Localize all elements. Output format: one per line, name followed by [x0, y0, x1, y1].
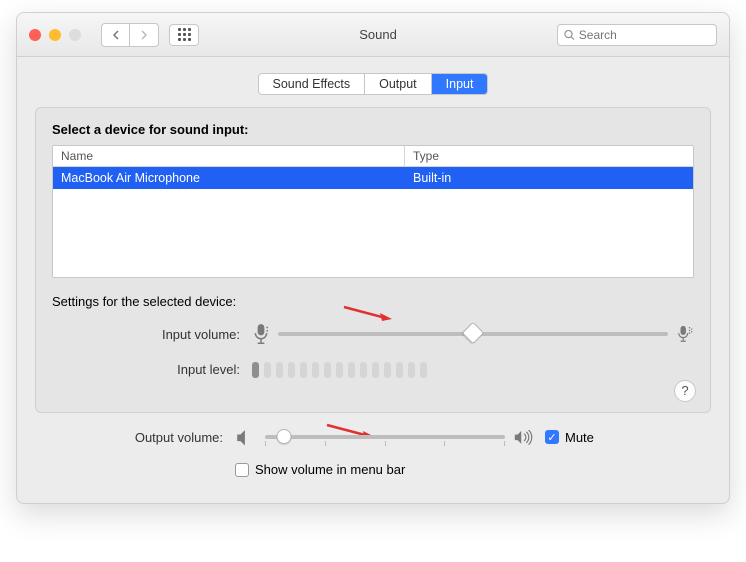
zoom-icon [69, 29, 81, 41]
grid-icon [178, 28, 191, 41]
forward-button[interactable] [130, 24, 158, 46]
speaker-low-icon [235, 429, 257, 447]
search-icon [564, 29, 575, 41]
window-controls [29, 29, 81, 41]
table-body: MacBook Air Microphone Built-in [53, 167, 693, 277]
mute-label: Mute [565, 430, 594, 445]
header-name[interactable]: Name [53, 146, 405, 166]
input-panel: Select a device for sound input: Name Ty… [35, 107, 711, 413]
device-type: Built-in [405, 167, 693, 189]
input-level-row: Input level: [52, 362, 694, 378]
minimize-icon[interactable] [49, 29, 61, 41]
output-section: Output volume: ✓ Mute [35, 429, 711, 478]
device-table: Name Type MacBook Air Microphone Built-i… [52, 145, 694, 278]
mute-checkbox[interactable]: ✓ [545, 430, 559, 444]
output-volume-row: Output volume: ✓ Mute [35, 429, 711, 447]
nav-buttons [101, 23, 159, 47]
menubar-row: Show volume in menu bar [35, 462, 711, 477]
output-volume-slider[interactable] [235, 429, 535, 447]
sound-preferences-window: Sound Sound Effects Output Input Select … [16, 12, 730, 504]
tab-bar: Sound Effects Output Input [35, 73, 711, 95]
device-name: MacBook Air Microphone [53, 167, 405, 189]
window-title: Sound [209, 27, 547, 42]
output-volume-label: Output volume: [35, 430, 235, 445]
input-volume-row: Input volume: [52, 323, 694, 346]
input-level-meter [252, 362, 427, 378]
show-in-menubar-label: Show volume in menu bar [255, 462, 405, 477]
search-field[interactable] [557, 24, 717, 46]
table-row[interactable]: MacBook Air Microphone Built-in [53, 167, 693, 189]
header-type[interactable]: Type [405, 146, 693, 166]
speaker-high-icon [513, 430, 535, 445]
input-volume-label: Input volume: [52, 327, 252, 342]
table-header: Name Type [53, 146, 693, 167]
microphone-low-icon [252, 323, 270, 346]
titlebar: Sound [17, 13, 729, 57]
input-level-label: Input level: [52, 362, 252, 377]
show-all-button[interactable] [169, 24, 199, 46]
content-area: Sound Effects Output Input Select a devi… [17, 57, 729, 503]
tab-sound-effects[interactable]: Sound Effects [259, 74, 366, 94]
mute-control[interactable]: ✓ Mute [545, 430, 594, 445]
annotation-arrow-icon [342, 305, 392, 321]
tab-input[interactable]: Input [432, 74, 488, 94]
input-volume-slider[interactable] [252, 323, 694, 346]
microphone-high-icon [676, 325, 694, 343]
search-input[interactable] [579, 28, 710, 42]
close-icon[interactable] [29, 29, 41, 41]
show-in-menubar-checkbox[interactable] [235, 463, 249, 477]
tab-output[interactable]: Output [365, 74, 432, 94]
help-button[interactable]: ? [674, 380, 696, 402]
panel-heading: Select a device for sound input: [52, 122, 694, 137]
back-button[interactable] [102, 24, 130, 46]
